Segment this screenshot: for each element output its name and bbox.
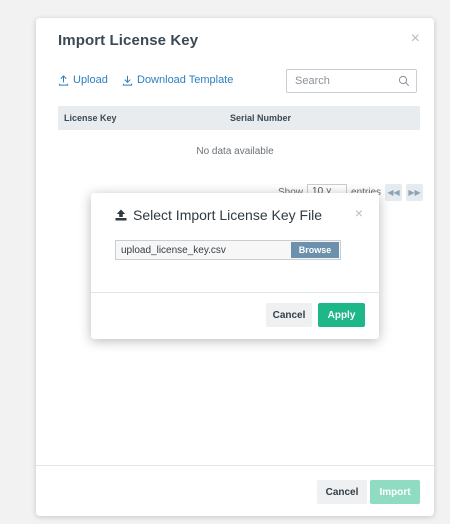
modal-close-icon[interactable]: × — [411, 30, 420, 48]
dialog-footer-divider — [91, 292, 379, 293]
file-name: upload_license_key.csv — [121, 245, 226, 256]
empty-table-message: No data available — [196, 146, 274, 157]
search-input[interactable] — [287, 70, 416, 92]
browse-button[interactable]: Browse — [291, 242, 339, 258]
upload-label: Upload — [73, 74, 108, 86]
file-path-field[interactable]: upload_license_key.csv Browse — [115, 240, 341, 260]
apply-button[interactable]: Apply — [318, 303, 365, 327]
table-header: License Key Serial Number — [58, 106, 420, 130]
modal-cancel-button[interactable]: Cancel — [317, 480, 367, 504]
column-license-key[interactable]: License Key — [64, 113, 117, 123]
modal-footer-divider — [36, 465, 434, 466]
download-template-label: Download Template — [137, 74, 234, 86]
next-page-icon[interactable]: ▶▶ — [406, 184, 424, 201]
download-icon — [122, 75, 133, 86]
dialog-title-text: Select Import License Key File — [133, 207, 323, 223]
previous-page-icon[interactable]: ◀◀ — [385, 184, 403, 201]
search-field[interactable] — [286, 69, 417, 93]
search-icon — [398, 75, 410, 87]
upload-link[interactable]: Upload — [58, 74, 108, 86]
dialog-cancel-button[interactable]: Cancel — [266, 303, 312, 327]
select-file-dialog: Select Import License Key File × upload_… — [91, 193, 379, 339]
import-button[interactable]: Import — [370, 480, 420, 504]
download-template-link[interactable]: Download Template — [122, 74, 233, 86]
column-serial-number[interactable]: Serial Number — [230, 113, 291, 123]
modal-title: Import License Key — [58, 32, 199, 49]
upload-file-icon — [115, 209, 127, 221]
dialog-title: Select Import License Key File — [115, 207, 322, 223]
upload-icon — [58, 74, 69, 86]
dialog-close-icon[interactable]: × — [355, 205, 363, 221]
